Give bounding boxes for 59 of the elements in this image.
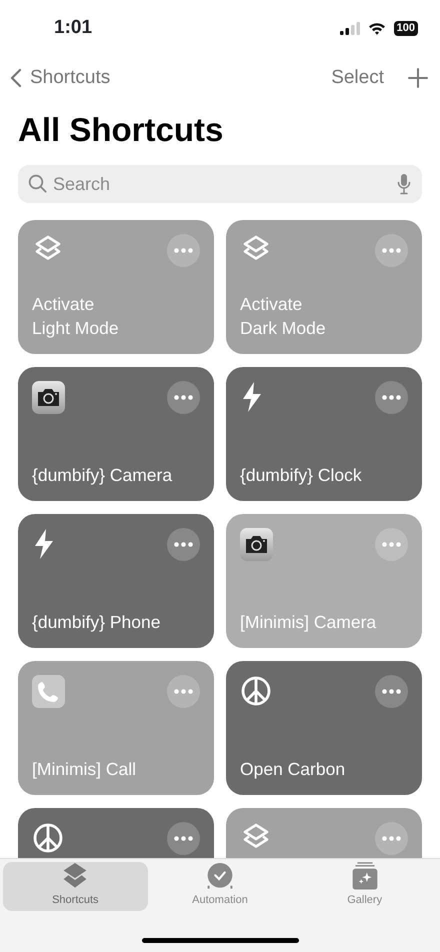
back-chevron-icon — [10, 68, 22, 88]
more-button[interactable] — [375, 381, 408, 414]
wifi-icon — [368, 22, 386, 34]
more-button[interactable] — [375, 675, 408, 708]
signal-icon — [340, 22, 360, 34]
shortcut-name: {dumbify} Clock — [240, 464, 363, 487]
ellipsis-icon — [174, 689, 193, 694]
peace-sign-icon — [240, 675, 272, 707]
microphone-icon[interactable] — [397, 173, 411, 195]
battery-level: 100 — [394, 20, 418, 36]
clock-check-icon — [205, 862, 235, 890]
more-button[interactable] — [375, 822, 408, 855]
shortcut-tile[interactable]: Activate Light Mode — [18, 220, 214, 354]
more-button[interactable] — [167, 234, 200, 267]
search-icon — [28, 174, 47, 193]
shortcut-name: {dumbify} Camera — [32, 464, 174, 487]
shortcut-tile[interactable]: {dumbify} Clock — [226, 367, 422, 501]
more-button[interactable] — [167, 822, 200, 855]
ellipsis-icon — [174, 395, 193, 400]
peace-sign-icon — [32, 822, 64, 854]
status-time: 1:01 — [54, 16, 92, 40]
page-title: All Shortcuts — [18, 110, 224, 150]
shortcut-tile[interactable]: {dumbify} Phone — [18, 514, 214, 648]
more-button[interactable] — [167, 381, 200, 414]
ellipsis-icon — [382, 689, 401, 694]
ellipsis-icon — [382, 248, 401, 253]
more-button[interactable] — [167, 675, 200, 708]
shortcut-tile[interactable]: [Minimis] Camera — [226, 514, 422, 648]
camera-app-icon — [32, 381, 65, 414]
lightning-bolt-icon — [32, 528, 56, 560]
camera-app-icon — [240, 528, 273, 561]
more-button[interactable] — [167, 528, 200, 561]
tab[interactable]: Gallery — [292, 862, 438, 911]
select-button[interactable]: Select — [331, 64, 384, 92]
back-button[interactable]: Shortcuts — [10, 64, 110, 92]
more-button[interactable] — [375, 234, 408, 267]
ellipsis-icon — [174, 248, 193, 253]
shortcut-name: Activate Light Mode — [32, 293, 120, 340]
ellipsis-icon — [382, 395, 401, 400]
ellipsis-icon — [174, 542, 193, 547]
shortcut-tile[interactable]: Open Carbon — [226, 661, 422, 795]
shortcut-name: Activate Dark Mode — [240, 293, 327, 340]
tab[interactable]: Shortcuts — [3, 862, 148, 911]
tab[interactable]: Automation — [148, 862, 292, 911]
add-icon[interactable] — [408, 68, 428, 88]
shortcut-name: {dumbify} Phone — [32, 611, 162, 634]
search-field[interactable]: Search — [18, 165, 422, 203]
shortcut-tile[interactable]: {dumbify} Camera — [18, 367, 214, 501]
phone-app-icon — [32, 675, 65, 708]
gallery-stack-icon — [350, 862, 379, 890]
shortcut-name: [Minimis] Call — [32, 758, 138, 781]
ellipsis-icon — [174, 836, 193, 841]
shortcut-name: [Minimis] Camera — [240, 611, 378, 634]
shortcut-name: Open Carbon — [240, 758, 346, 781]
shortcut-tile[interactable]: [Minimis] Call — [18, 661, 214, 795]
lightning-bolt-icon — [240, 381, 264, 413]
ellipsis-icon — [382, 836, 401, 841]
ellipsis-icon — [382, 542, 401, 547]
shortcut-tile[interactable]: Activate Dark Mode — [226, 220, 422, 354]
